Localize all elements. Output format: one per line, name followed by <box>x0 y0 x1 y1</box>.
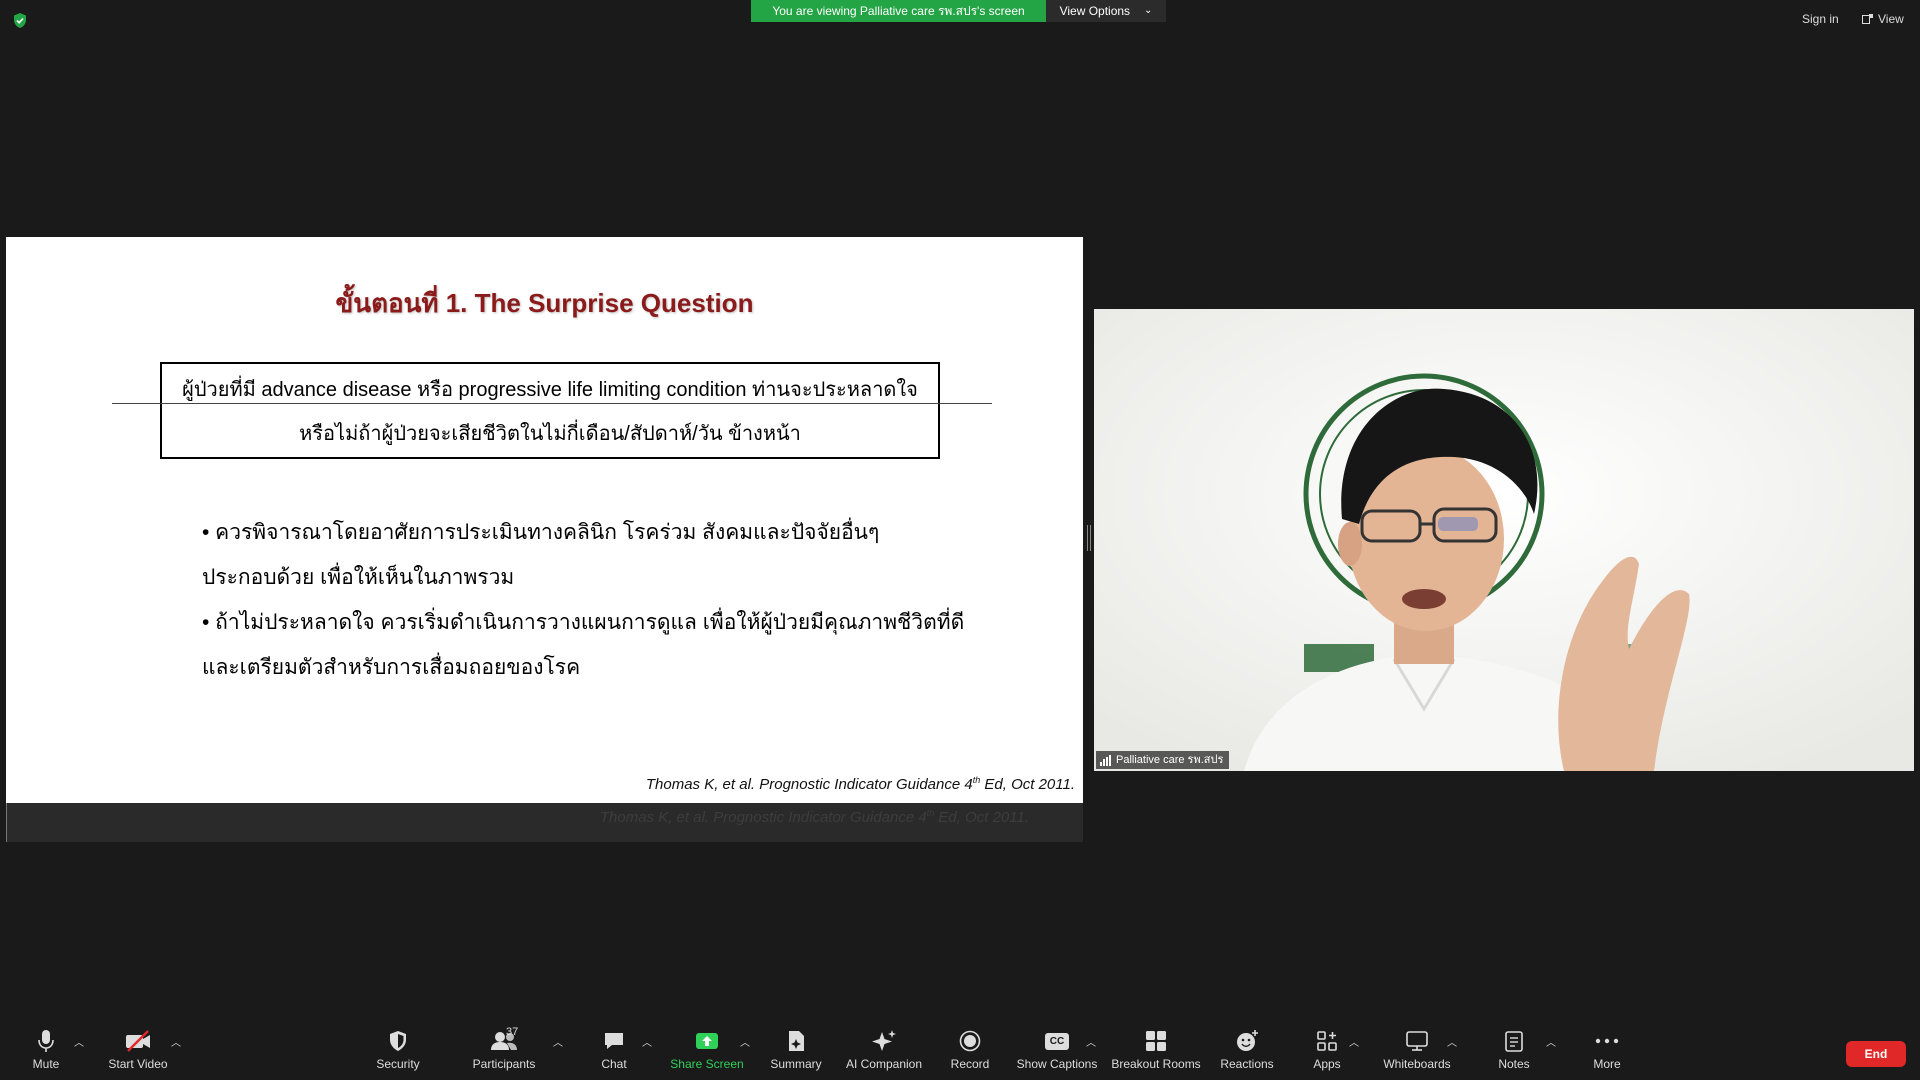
participant-name: Palliative care รพ.สปร <box>1116 754 1224 766</box>
sign-in-button[interactable]: Sign in <box>1802 12 1839 26</box>
whiteboards-button[interactable]: Whiteboards <box>1382 1028 1452 1071</box>
more-button[interactable]: More <box>1590 1028 1624 1071</box>
notes-icon <box>1505 1031 1523 1052</box>
chat-label: Chat <box>601 1057 627 1071</box>
whiteboards-options-caret-icon[interactable]: ︿ <box>1447 1034 1457 1049</box>
more-label: More <box>1593 1057 1621 1071</box>
view-options-button[interactable]: View Options ⌄ <box>1046 0 1166 22</box>
apps-options-caret-icon[interactable]: ︿ <box>1349 1034 1359 1049</box>
question-line-2: หรือไม่ถ้าผู้ป่วยจะเสียชีวิตในไม่กี่เดือ… <box>299 423 801 445</box>
ai-companion-label: AI Companion <box>845 1057 923 1071</box>
bullet-2-line-2: และเตรียมตัวสำหรับการเสื่อมถอยของโรค <box>202 656 581 679</box>
ai-sparkle-icon <box>872 1030 896 1051</box>
citation-text-end: Ed, Oct 2011. <box>980 776 1075 793</box>
share-screen-label: Share Screen <box>670 1057 744 1071</box>
apps-icon <box>1317 1031 1337 1051</box>
microphone-icon <box>38 1030 54 1052</box>
surprise-question-box: ผู้ป่วยที่มี advance disease หรือ progre… <box>160 362 940 459</box>
slide-bullets: • ควรพิจารณาโดยอาศัยการประเมินทางคลินิก … <box>202 510 1002 690</box>
meeting-toolbar: Mute ︿ Start Video ︿ Security 37 Partici… <box>0 1018 1920 1080</box>
slide-citation: Thomas K, et al. Prognostic Indicator Gu… <box>646 775 1075 793</box>
start-video-label: Start Video <box>108 1057 168 1071</box>
slide-title: ขั้นตอนที่ 1. The Surprise Question <box>335 288 754 318</box>
view-button[interactable]: View <box>1862 12 1904 26</box>
participants-label: Participants <box>472 1057 536 1071</box>
question-line-1: ผู้ป่วยที่มี advance disease หรือ progre… <box>182 379 918 401</box>
mute-button[interactable]: Mute <box>26 1028 66 1071</box>
shared-screen-slide: ขั้นตอนที่ 1. The Surprise Question ผู้ป… <box>6 237 1083 803</box>
notes-options-caret-icon[interactable]: ︿ <box>1546 1034 1556 1049</box>
bullet-1-line-1: • ควรพิจารณาโดยอาศัยการประเมินทางคลินิก … <box>202 521 880 544</box>
participants-count-badge: 37 <box>506 1026 519 1038</box>
reactions-emoji-icon <box>1237 1030 1258 1051</box>
encryption-shield-icon[interactable] <box>12 12 28 29</box>
summary-button[interactable]: Summary <box>768 1028 824 1071</box>
participants-button[interactable]: 37 Participants <box>472 1026 536 1071</box>
panel-resize-handle[interactable] <box>1087 525 1091 551</box>
end-meeting-button[interactable]: End <box>1846 1041 1906 1067</box>
whiteboard-icon <box>1406 1031 1428 1051</box>
video-camera-off-icon <box>126 1030 150 1052</box>
citation-text: Thomas K, et al. Prognostic Indicator Gu… <box>645 776 973 793</box>
participant-video-tile[interactable]: Palliative care รพ.สปร <box>1094 309 1914 771</box>
security-label: Security <box>376 1057 420 1071</box>
summary-label: Summary <box>770 1057 822 1071</box>
slide-citation-echo: Thomas K, et al. Prognostic Indicator Gu… <box>600 808 1029 826</box>
summary-document-icon <box>789 1031 804 1051</box>
participant-name-label: Palliative care รพ.สปร <box>1096 751 1230 769</box>
chat-options-caret-icon[interactable]: ︿ <box>642 1034 652 1049</box>
view-label: View <box>1878 12 1904 26</box>
viewing-screen-banner: You are viewing Palliative care รพ.สปร's… <box>751 0 1046 22</box>
security-button[interactable]: Security <box>376 1028 420 1071</box>
whiteboards-label: Whiteboards <box>1383 1057 1451 1071</box>
reactions-button[interactable]: Reactions <box>1220 1028 1274 1071</box>
ai-companion-button[interactable]: AI Companion <box>844 1028 924 1071</box>
captions-options-caret-icon[interactable]: ︿ <box>1086 1034 1096 1049</box>
signal-strength-icon <box>1100 754 1111 766</box>
apps-label: Apps <box>1313 1057 1341 1071</box>
video-options-caret-icon[interactable]: ︿ <box>171 1034 181 1049</box>
breakout-rooms-label: Breakout Rooms <box>1111 1057 1201 1071</box>
breakout-rooms-button[interactable]: Breakout Rooms <box>1111 1028 1201 1071</box>
breakout-rooms-grid-icon <box>1146 1031 1166 1051</box>
notes-button[interactable]: Notes <box>1496 1028 1532 1071</box>
view-layout-icon <box>1862 13 1873 24</box>
slide-divider-line <box>112 403 992 404</box>
participants-options-caret-icon[interactable]: ︿ <box>553 1034 563 1049</box>
record-label: Record <box>950 1057 990 1071</box>
reactions-label: Reactions <box>1220 1057 1274 1071</box>
mute-label: Mute <box>32 1057 60 1071</box>
bullet-1-line-2: ประกอบด้วย เพื่อให้เห็นในภาพรวม <box>202 566 515 589</box>
echo-citation-text-end: Ed, Oct 2011. <box>934 809 1029 826</box>
slide-shadow-strip: Thomas K, et al. Prognostic Indicator Gu… <box>6 803 1083 842</box>
view-options-label: View Options <box>1059 4 1131 18</box>
chevron-down-icon: ⌄ <box>1144 5 1153 16</box>
slide-edge-line <box>6 803 7 842</box>
echo-citation-text: Thomas K, et al. Prognostic Indicator Gu… <box>599 809 927 826</box>
participant-video-feed <box>1094 309 1914 771</box>
bullet-2-line-1: • ถ้าไม่ประหลาดใจ ควรเริ่มดำเนินการวางแผ… <box>202 611 965 634</box>
share-screen-icon <box>696 1033 718 1049</box>
closed-captions-icon: CC <box>1045 1032 1069 1050</box>
more-dots-icon <box>1595 1038 1619 1044</box>
share-screen-button[interactable]: Share Screen <box>670 1028 744 1071</box>
record-icon <box>959 1030 981 1052</box>
start-video-button[interactable]: Start Video <box>106 1028 170 1071</box>
security-shield-icon <box>390 1031 406 1051</box>
share-options-caret-icon[interactable]: ︿ <box>740 1034 750 1049</box>
chat-button[interactable]: Chat <box>594 1028 634 1071</box>
show-captions-label: Show Captions <box>1016 1057 1098 1071</box>
chat-bubble-icon <box>605 1033 623 1049</box>
apps-button[interactable]: Apps <box>1313 1028 1341 1071</box>
notes-label: Notes <box>1498 1057 1530 1071</box>
record-button[interactable]: Record <box>950 1028 990 1071</box>
mute-options-caret-icon[interactable]: ︿ <box>74 1034 84 1049</box>
